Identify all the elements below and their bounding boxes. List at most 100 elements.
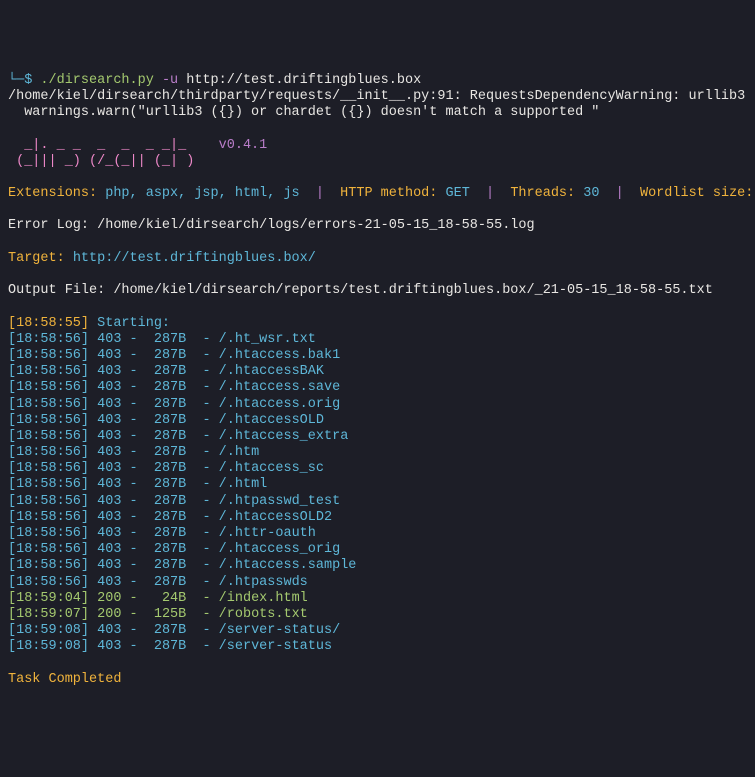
result-size: 287B [146, 348, 187, 363]
result-list: [18:58:56] 403 - 287B - /.ht_wsr.txt [18… [8, 332, 747, 656]
start-ts: [18:58:55] [8, 316, 89, 331]
result-code: 403 [97, 477, 121, 492]
result-path: /server-status/ [219, 623, 341, 638]
result-row: [18:58:56] 403 - 287B - /.ht_wsr.txt [8, 332, 316, 347]
errorlog-value: /home/kiel/dirsearch/logs/errors-21-05-1… [97, 218, 534, 233]
result-code: 403 [97, 639, 121, 654]
result-code: 403 [97, 397, 121, 412]
banner-line-1: _|. _ _ _ _ _ _|_ v0.4.1 [8, 138, 267, 153]
result-ts: [18:58:56] [8, 494, 89, 509]
result-row: [18:58:56] 403 - 287B - /.htaccessOLD [8, 413, 324, 428]
result-ts: [18:58:56] [8, 332, 89, 347]
result-row: [18:58:56] 403 - 287B - /.httr-oauth [8, 526, 316, 541]
threads-label: Threads: [510, 186, 583, 201]
result-path: /.htaccess_extra [219, 429, 349, 444]
result-code: 403 [97, 510, 121, 525]
result-code: 403 [97, 413, 121, 428]
starting-line: [18:58:55] Starting: [8, 316, 170, 331]
result-code: 403 [97, 558, 121, 573]
ext-label: Extensions: [8, 186, 105, 201]
result-code: 403 [97, 526, 121, 541]
result-code: 403 [97, 429, 121, 444]
result-row: [18:58:56] 403 - 287B - /.htaccess_orig [8, 542, 340, 557]
result-row: [18:58:56] 403 - 287B - /.htaccessBAK [8, 364, 324, 379]
result-ts: [18:59:08] [8, 639, 89, 654]
result-size: 287B [146, 332, 187, 347]
result-row: [18:58:56] 403 - 287B - /.htaccessOLD2 [8, 510, 332, 525]
task-completed: Task Completed [8, 672, 121, 687]
cmd-url: http://test.driftingblues.box [186, 73, 421, 88]
banner-line-2: (_||| _) (/_(_|| (_| ) [8, 154, 219, 169]
result-size: 287B [146, 623, 187, 638]
result-size: 287B [146, 397, 187, 412]
banner-l1: _|. _ _ _ _ _ _|_ [8, 138, 219, 153]
result-row: [18:59:04] 200 - 24B - /index.html [8, 591, 308, 606]
result-code: 403 [97, 494, 121, 509]
result-ts: [18:59:07] [8, 607, 89, 622]
method-label: HTTP method: [340, 186, 445, 201]
result-ts: [18:58:56] [8, 558, 89, 573]
result-path: /.htaccessOLD2 [219, 510, 332, 525]
target-label: Target: [8, 251, 73, 266]
result-size: 287B [146, 510, 187, 525]
target-value: http://test.driftingblues.box/ [73, 251, 316, 266]
start-label: Starting: [89, 316, 170, 331]
result-size: 287B [146, 494, 187, 509]
output-label: Output File: [8, 283, 113, 298]
result-path: /.htpasswd_test [219, 494, 341, 509]
result-row: [18:58:56] 403 - 287B - /.html [8, 477, 267, 492]
result-row: [18:58:56] 403 - 287B - /.htaccess.sampl… [8, 558, 356, 573]
result-size: 287B [146, 558, 187, 573]
result-path: /server-status [219, 639, 332, 654]
result-row: [18:58:56] 403 - 287B - /.htm [8, 445, 259, 460]
result-size: 287B [146, 413, 187, 428]
result-path: /index.html [219, 591, 308, 606]
result-code: 200 [97, 607, 121, 622]
result-row: [18:58:56] 403 - 287B - /.htaccess.bak1 [8, 348, 340, 363]
result-code: 403 [97, 332, 121, 347]
prompt-prefix: └─$ [8, 73, 40, 88]
result-ts: [18:58:56] [8, 575, 89, 590]
errorlog-label: Error Log: [8, 218, 97, 233]
cmd-flag: -u [162, 73, 186, 88]
result-code: 403 [97, 461, 121, 476]
result-code: 403 [97, 542, 121, 557]
result-path: /.httr-oauth [219, 526, 316, 541]
warning-line-1: /home/kiel/dirsearch/thirdparty/requests… [8, 89, 755, 104]
result-code: 403 [97, 623, 121, 638]
result-size: 287B [146, 639, 187, 654]
result-size: 287B [146, 526, 187, 541]
result-ts: [18:58:56] [8, 364, 89, 379]
wordlist-label: Wordlist size: [640, 186, 755, 201]
terminal-output: └─$ ./dirsearch.py -u http://test.drifti… [8, 73, 747, 688]
threads-value: 30 [583, 186, 599, 201]
method-value: GET [446, 186, 470, 201]
result-code: 403 [97, 380, 121, 395]
result-path: /.htpasswds [219, 575, 308, 590]
ext-value: php, aspx, jsp, html, js [105, 186, 299, 201]
config-line: Extensions: php, aspx, jsp, html, js | H… [8, 186, 755, 201]
result-code: 403 [97, 348, 121, 363]
result-size: 287B [146, 477, 187, 492]
result-row: [18:58:56] 403 - 287B - /.htaccess.save [8, 380, 340, 395]
output-value: /home/kiel/dirsearch/reports/test.drifti… [113, 283, 713, 298]
result-row: [18:58:56] 403 - 287B - /.htpasswd_test [8, 494, 340, 509]
warning-line-2: warnings.warn("urllib3 ({}) or chardet (… [8, 105, 599, 120]
result-path: /.htaccess.orig [219, 397, 341, 412]
result-path: /.htaccess.save [219, 380, 341, 395]
result-size: 125B [146, 607, 187, 622]
result-path: /robots.txt [219, 607, 308, 622]
result-ts: [18:58:56] [8, 542, 89, 557]
result-path: /.htaccessOLD [219, 413, 324, 428]
result-ts: [18:58:56] [8, 510, 89, 525]
result-path: /.htaccess.bak1 [219, 348, 341, 363]
result-size: 287B [146, 575, 187, 590]
result-ts: [18:58:56] [8, 380, 89, 395]
result-size: 287B [146, 542, 187, 557]
result-path: /.htm [219, 445, 260, 460]
result-path: /.html [219, 477, 268, 492]
result-code: 403 [97, 445, 121, 460]
result-size: 287B [146, 445, 187, 460]
result-ts: [18:58:56] [8, 477, 89, 492]
result-row: [18:59:08] 403 - 287B - /server-status/ [8, 623, 340, 638]
